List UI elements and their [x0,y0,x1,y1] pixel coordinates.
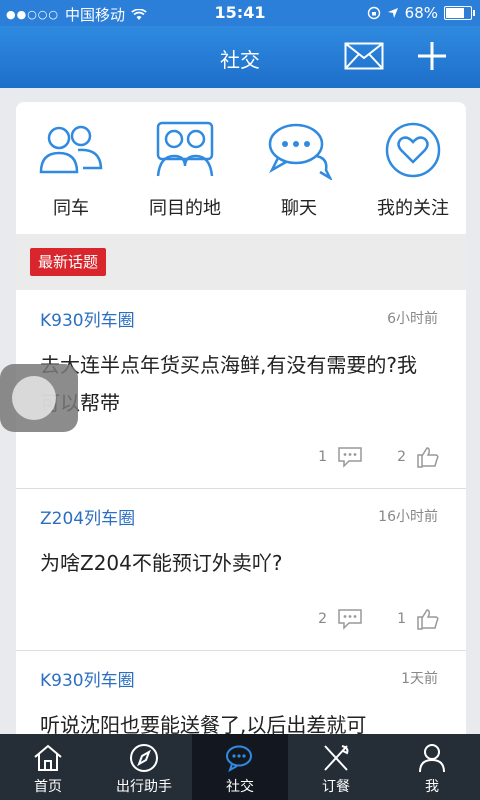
comment-count: 1 [318,449,328,465]
shortcut-row: 同车 同目的地 聊天 我的关注 [16,102,466,234]
post-text: 为啥Z204不能预订外卖吖? [40,551,283,575]
tab-social[interactable]: 社交 [192,734,288,800]
battery-icon [444,6,475,20]
shortcut-label: 聊天 [281,198,317,219]
person-icon [419,744,445,773]
pair-icon [156,121,214,177]
heart-icon [385,122,441,178]
post-text: 去大连半点年货买点海鲜,有没有需要的?我可以帮带 [40,353,417,415]
shortcut-label: 我的关注 [377,198,449,219]
mail-icon[interactable] [344,42,384,70]
status-bar: ●●○○○ 中国移动 15:41 68% [0,0,480,26]
post-item[interactable]: K930列车圈 1天前 听说沈阳也要能送餐了,以后出差就可 [16,650,466,742]
like-count: 2 [397,449,406,465]
post-time: 16小时前 [378,509,438,525]
post-time: 6小时前 [387,311,438,327]
people-icon [39,125,103,174]
tab-bar: 首页 出行助手 社交 订餐 我 [0,734,480,800]
thumbs-up-icon[interactable] [416,607,440,631]
assistive-touch-dot [12,376,56,420]
shortcut-same-destination[interactable]: 同目的地 [130,120,240,220]
tab-home[interactable]: 首页 [0,734,96,800]
shortcut-label: 同车 [53,198,89,219]
tab-travel-assistant[interactable]: 出行助手 [96,734,192,800]
compass-icon [130,744,158,772]
post-item[interactable]: K930列车圈 6小时前 去大连半点年货买点海鲜,有没有需要的?我可以帮带 1 … [16,290,466,489]
post-stats: 1 2 [318,444,440,470]
shortcut-my-follows[interactable]: 我的关注 [358,120,466,220]
tab-label: 出行助手 [116,779,172,795]
home-icon [34,744,62,771]
comment-icon[interactable] [337,608,363,630]
social-card: 同车 同目的地 聊天 我的关注 最新话题 K930列车圈 6小时前 去大连半点年… [16,102,466,742]
post-stats: 2 1 [318,606,440,632]
chat-bubbles-icon [268,123,333,180]
assistive-touch-button[interactable] [0,364,78,432]
post-group-link[interactable]: K930列车圈 [40,666,135,691]
like-count: 1 [397,611,406,627]
tab-label: 首页 [34,779,62,795]
shortcut-label: 同目的地 [149,198,221,219]
comment-icon[interactable] [337,446,363,468]
rotation-lock-icon [367,6,380,20]
shortcut-chat[interactable]: 聊天 [244,120,354,220]
navbar: 社交 [0,26,480,88]
post-item[interactable]: Z204列车圈 16小时前 为啥Z204不能预订外卖吖? 2 1 [16,488,466,651]
comment-count: 2 [318,611,328,627]
add-icon[interactable] [412,36,452,76]
tab-order-meal[interactable]: 订餐 [288,734,384,800]
tab-me[interactable]: 我 [384,734,480,800]
tab-label: 订餐 [322,779,350,795]
tab-label: 我 [425,779,439,795]
shortcut-same-train[interactable]: 同车 [16,120,126,220]
fork-knife-icon [324,745,349,771]
thumbs-up-icon[interactable] [416,445,440,469]
location-icon [387,8,398,18]
battery-percent: 68% [404,4,438,22]
post-time: 1天前 [401,671,438,687]
post-group-link[interactable]: K930列车圈 [40,306,135,331]
post-group-link[interactable]: Z204列车圈 [40,504,135,529]
chat-icon [226,745,252,773]
tab-label: 社交 [226,779,254,795]
latest-topics-tag: 最新话题 [30,248,107,276]
page-title: 社交 [220,48,260,72]
